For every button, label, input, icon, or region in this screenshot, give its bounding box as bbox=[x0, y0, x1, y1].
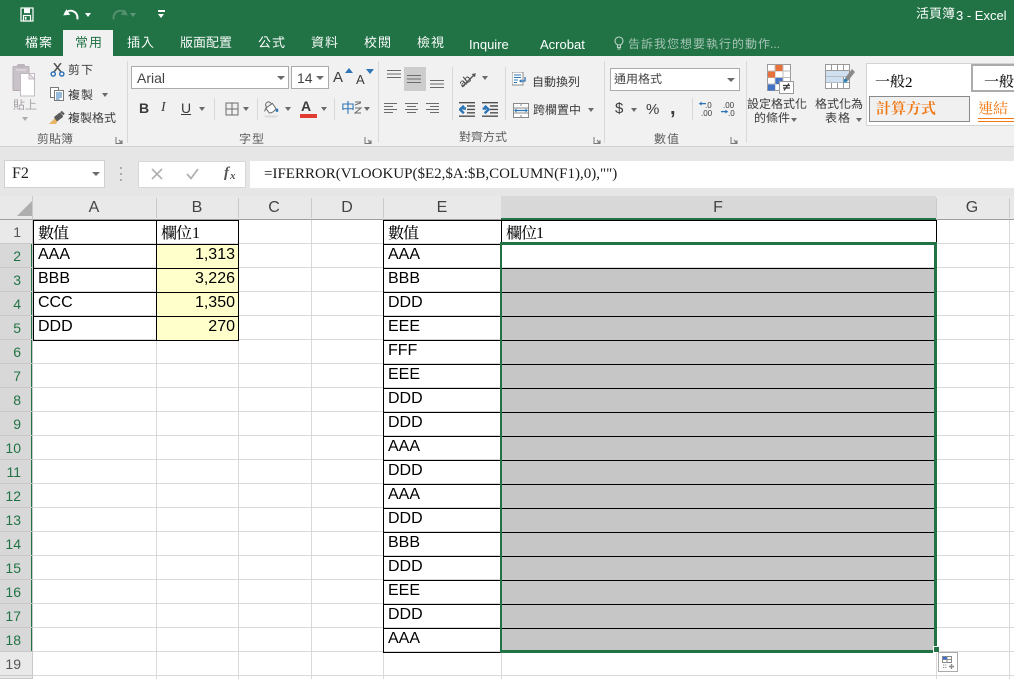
svg-text:.00: .00 bbox=[701, 109, 713, 117]
svg-text:ab: ab bbox=[458, 73, 474, 90]
svg-text:.0: .0 bbox=[728, 109, 735, 117]
